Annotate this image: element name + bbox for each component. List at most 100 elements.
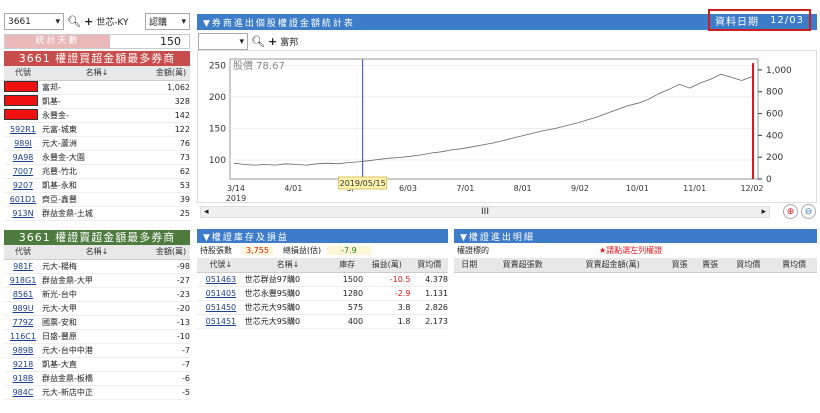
broker-code-link[interactable]: 9A98 (13, 153, 34, 162)
hold-value: 3,755 (242, 246, 273, 255)
scroll-left-icon[interactable]: ◂ (204, 207, 209, 217)
broker-select[interactable]: ▾ (198, 33, 248, 50)
broker-amount: 73 (152, 150, 190, 165)
chart-scrollbar[interactable]: ◂ III ▸ (200, 206, 770, 218)
code-cell[interactable]: 601D1 (4, 192, 42, 207)
scroll-thumb[interactable]: III (481, 207, 489, 217)
broker-row[interactable]: 9A98 永豐金-大園 73 (4, 150, 190, 165)
data-date-box: 資料日期 12/03 (708, 9, 811, 31)
broker-code-link[interactable]: 8561 (13, 290, 33, 299)
code-cell[interactable]: 913N (4, 206, 42, 221)
code-cell[interactable]: 989B (4, 343, 42, 358)
inventory-column-header[interactable]: 代號↓ (197, 258, 245, 273)
code-cell[interactable]: 989I (4, 136, 42, 151)
broker-code-link[interactable]: 9207 (13, 181, 33, 190)
broker-row[interactable]: 富邦- 1,062 (4, 80, 190, 95)
code-cell[interactable]: 989U (4, 301, 42, 316)
broker-code-link[interactable]: 779Z (13, 318, 34, 327)
broker-name: 國票-安和 (42, 315, 152, 330)
inventory-row[interactable]: 051405 世芯永豐9S購0 1280 -2.9 1.131 (197, 286, 448, 301)
broker-row[interactable]: 9218 凱基-大直 -7 (4, 357, 190, 372)
broker-code-link[interactable]: 9218 (13, 360, 33, 369)
broker-row[interactable]: 779Z 國票-安和 -13 (4, 315, 190, 330)
search-icon[interactable]: 🔍︎ (251, 35, 265, 48)
warrant-code-link[interactable]: 051451 (206, 317, 237, 326)
days-label: 統計天數 (5, 35, 110, 48)
add-icon[interactable]: + (268, 35, 277, 48)
broker-row[interactable]: 984C 元大-新店中正 -5 (4, 385, 190, 400)
broker-row[interactable]: 8561 新光-台中 -23 (4, 287, 190, 302)
type-select[interactable]: 認購 ▾ (145, 13, 190, 30)
broker-name: 凱基-永和 (42, 178, 152, 193)
broker-code-link[interactable]: 918G1 (10, 276, 37, 285)
code-cell[interactable]: 918B (4, 371, 42, 386)
broker-row[interactable]: 918G1 群益金鼎-大甲 -27 (4, 273, 190, 288)
code-cell[interactable]: 7007 (4, 164, 42, 179)
code-cell[interactable]: 981F (4, 259, 42, 274)
broker-row[interactable]: 7007 兆豐-竹北 62 (4, 164, 190, 179)
broker-row[interactable]: 989U 元大-大甲 -20 (4, 301, 190, 316)
inventory-row[interactable]: 051451 世芯元大9S購0 400 1.8 2.173 (197, 314, 448, 329)
broker-code-link[interactable]: 116C1 (10, 332, 36, 341)
broker-code-link[interactable]: 989B (13, 346, 34, 355)
redacted-block (4, 108, 38, 120)
broker-row[interactable]: 918B 群益金鼎-板橋 -6 (4, 371, 190, 386)
detail-title: ▼權證進出明細 (460, 232, 535, 243)
broker-row[interactable]: 9207 凱基-永和 53 (4, 178, 190, 193)
inventory-title: ▼權證庫存及損益 (203, 232, 289, 243)
zoom-in-icon[interactable]: ⊕ (783, 204, 798, 219)
broker-row[interactable]: 601D1 齊亞-鑫豐 39 (4, 192, 190, 207)
detail-notice: ★請點選左列權證 (599, 246, 663, 255)
broker-row[interactable]: 凱基- 328 (4, 94, 190, 109)
code-cell[interactable]: 9218 (4, 357, 42, 372)
inventory-column-header: 損益(萬) (363, 258, 411, 273)
broker-code-link[interactable]: 981F (13, 262, 33, 271)
scroll-right-icon[interactable]: ▸ (761, 207, 766, 217)
broker-row[interactable]: 989I 元大-蘆洲 76 (4, 136, 190, 151)
code-cell[interactable]: 918G1 (4, 273, 42, 288)
symbol-select[interactable]: 3661 ▾ (4, 13, 64, 30)
broker-row[interactable]: 116C1 日盛-豐原 -10 (4, 329, 190, 344)
days-value[interactable]: 150 (110, 35, 189, 48)
broker-row[interactable]: 989B 元大-台中中港 -7 (4, 343, 190, 358)
broker-code-link[interactable]: 989I (14, 139, 32, 148)
code-cell[interactable]: 984C (4, 385, 42, 400)
zoom-out-icon[interactable]: ⊖ (801, 204, 816, 219)
code-cell[interactable]: 9207 (4, 178, 42, 193)
code-cell[interactable]: 8561 (4, 287, 42, 302)
symbol-toolbar: 3661 ▾ 🔍︎ + 世芯-KY (4, 13, 129, 30)
warrant-avg: 2.173 (410, 314, 448, 329)
code-cell[interactable]: 9A98 (4, 150, 42, 165)
broker-amount: 53 (152, 178, 190, 193)
warrant-avg: 4.378 (410, 272, 448, 287)
broker-code-link[interactable]: 592R1 (10, 125, 36, 134)
warrant-code-link[interactable]: 051405 (206, 289, 237, 298)
broker-name: 元大-楊梅 (42, 259, 152, 274)
inventory-row[interactable]: 051450 世芯元大9S購0 575 3.8 2.826 (197, 300, 448, 315)
broker-code-link[interactable]: 7007 (13, 167, 33, 176)
broker-code-link[interactable]: 913N (12, 209, 33, 218)
inventory-row[interactable]: 051463 世芯群益97購0 1500 -10.5 4.378 (197, 272, 448, 287)
code-cell[interactable]: 116C1 (4, 329, 42, 344)
code-cell[interactable]: 779Z (4, 315, 42, 330)
add-icon[interactable]: + (84, 15, 93, 28)
broker-row[interactable]: 永豐金- 142 (4, 108, 190, 123)
search-icon[interactable]: 🔍︎ (67, 15, 81, 28)
inventory-column-header[interactable]: 名稱↓ (244, 258, 332, 273)
broker-name: 兆豐-竹北 (42, 164, 152, 179)
broker-row[interactable]: 981F 元大-楊梅 -98 (4, 259, 190, 274)
price-label: 股價 78.67 (233, 59, 285, 72)
broker-amount: 1,062 (152, 80, 190, 95)
warrant-name: 世芯群益97購0 (244, 272, 332, 287)
broker-code-link[interactable]: 989U (12, 304, 33, 313)
x-tick-label: 8/01 (514, 184, 532, 193)
broker-row[interactable]: 592R1 元富-城東 122 (4, 122, 190, 137)
warrant-avg: 1.131 (410, 286, 448, 301)
warrant-code-link[interactable]: 051463 (206, 275, 237, 284)
broker-code-link[interactable]: 601D1 (10, 195, 37, 204)
warrant-code-link[interactable]: 051450 (206, 303, 237, 312)
broker-row[interactable]: 913N 群益金鼎-土城 25 (4, 206, 190, 221)
code-cell[interactable]: 592R1 (4, 122, 42, 137)
broker-code-link[interactable]: 984C (13, 388, 34, 397)
broker-code-link[interactable]: 918B (13, 374, 34, 383)
